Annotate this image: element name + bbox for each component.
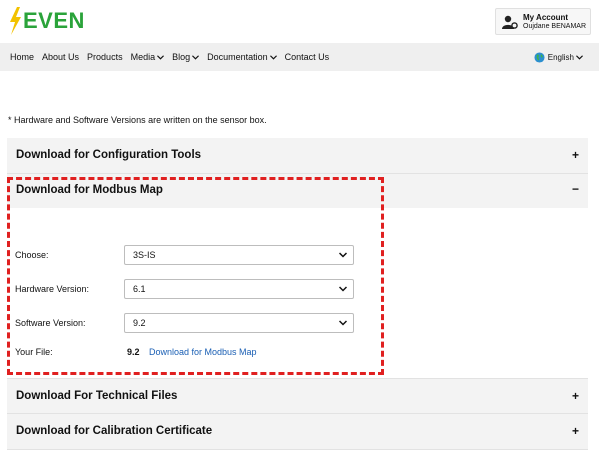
collapse-icon: − bbox=[571, 182, 579, 196]
account-username: Oujdane BENAMAR bbox=[523, 22, 587, 30]
expand-icon: + bbox=[571, 389, 579, 403]
accordion-calibration-certificate[interactable]: Download for Calibration Certificate + bbox=[7, 414, 588, 450]
nav-documentation-label: Documentation bbox=[207, 52, 268, 62]
accordion-title: Download for Modbus Map bbox=[16, 184, 163, 196]
brand-name: EVEN bbox=[23, 8, 85, 33]
nav-about-us[interactable]: About Us bbox=[38, 52, 83, 62]
chevron-down-icon bbox=[339, 286, 347, 292]
software-version-value: 9.2 bbox=[133, 318, 146, 328]
software-version-label: Software Version: bbox=[15, 318, 86, 328]
lightning-bolt-icon bbox=[10, 7, 21, 35]
software-version-select[interactable]: 9.2 bbox=[124, 313, 354, 333]
choose-value: 3S-IS bbox=[133, 250, 156, 260]
choose-label: Choose: bbox=[15, 250, 49, 260]
chevron-down-icon bbox=[576, 55, 583, 60]
nav-about-label: About Us bbox=[42, 52, 80, 62]
nav-home[interactable]: Home bbox=[0, 52, 38, 62]
nav-media-label: Media bbox=[130, 52, 156, 62]
chevron-down-icon bbox=[339, 320, 347, 326]
account-title: My Account bbox=[523, 12, 569, 22]
accordion-title: Download for Calibration Certificate bbox=[16, 425, 213, 437]
accordion-title: Download For Technical Files bbox=[16, 390, 178, 402]
nav-contact-label: Contact Us bbox=[284, 52, 330, 62]
site-header: EVEN My Account Oujdane BENAMAR bbox=[0, 0, 599, 43]
accordion-title: Download for Configuration Tools bbox=[16, 149, 202, 161]
nav-products[interactable]: Products bbox=[83, 52, 127, 62]
hardware-version-value: 6.1 bbox=[133, 284, 146, 294]
main-nav: Home About Us Products Media Blog Docume… bbox=[0, 43, 599, 71]
chevron-down-icon bbox=[269, 54, 277, 60]
expand-icon: + bbox=[571, 148, 579, 162]
download-modbus-map-link[interactable]: Download for Modbus Map bbox=[149, 347, 257, 357]
version-note: * Hardware and Software Versions are wri… bbox=[8, 115, 267, 125]
language-selector[interactable]: English bbox=[534, 52, 583, 63]
account-text: My Account Oujdane BENAMAR bbox=[523, 13, 586, 31]
nav-contact-us[interactable]: Contact Us bbox=[281, 52, 334, 62]
chevron-down-icon bbox=[157, 54, 165, 60]
user-gear-icon bbox=[502, 15, 518, 29]
nav-documentation[interactable]: Documentation bbox=[203, 52, 281, 62]
nav-products-label: Products bbox=[87, 52, 123, 62]
accordion-configuration-tools[interactable]: Download for Configuration Tools + bbox=[7, 138, 588, 174]
expand-icon: + bbox=[571, 424, 579, 438]
globe-icon bbox=[534, 52, 545, 63]
chevron-down-icon bbox=[192, 54, 200, 60]
hardware-version-label: Hardware Version: bbox=[15, 284, 90, 294]
accordion-modbus-map[interactable]: Download for Modbus Map − bbox=[7, 174, 588, 208]
nav-blog[interactable]: Blog bbox=[168, 52, 203, 62]
my-account-button[interactable]: My Account Oujdane BENAMAR bbox=[495, 8, 591, 35]
your-file-label: Your File: bbox=[15, 347, 53, 357]
nav-blog-label: Blog bbox=[172, 52, 191, 62]
nav-media[interactable]: Media bbox=[127, 52, 169, 62]
hardware-version-select[interactable]: 6.1 bbox=[124, 279, 354, 299]
accordion-technical-files[interactable]: Download For Technical Files + bbox=[7, 378, 588, 414]
brand-logo[interactable]: EVEN bbox=[8, 6, 85, 36]
language-label: English bbox=[547, 53, 574, 62]
nav-home-label: Home bbox=[10, 52, 35, 62]
chevron-down-icon bbox=[339, 252, 347, 258]
choose-select[interactable]: 3S-IS bbox=[124, 245, 354, 265]
file-version-value: 9.2 bbox=[127, 347, 140, 357]
